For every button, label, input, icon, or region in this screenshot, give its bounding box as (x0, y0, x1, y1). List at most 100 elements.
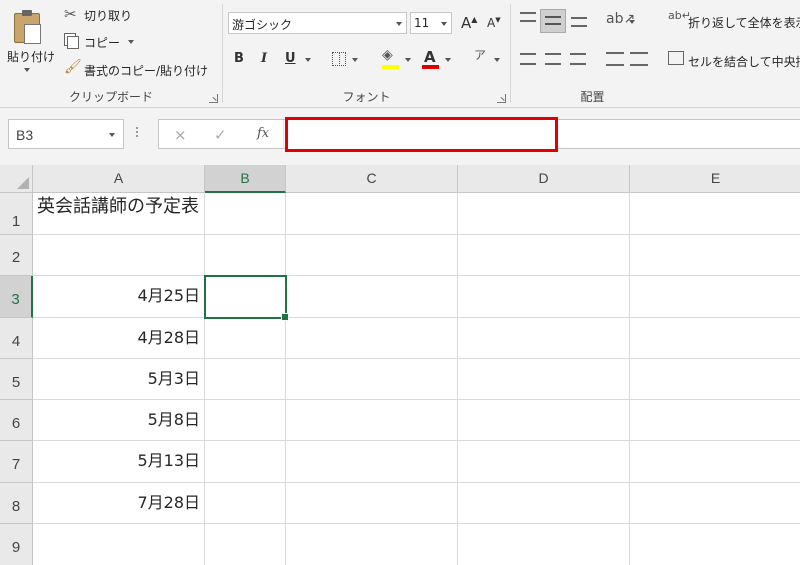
cell-d9[interactable] (458, 524, 630, 565)
column-header-d[interactable]: D (458, 165, 630, 193)
underline-button[interactable]: U (285, 51, 296, 66)
cut-button[interactable]: ✂ 切り取り (62, 5, 142, 25)
format-painter-button[interactable]: 🖌 書式のコピー/貼り付け (62, 59, 218, 79)
row-header-2[interactable]: 2 (0, 235, 33, 276)
font-size-select[interactable]: 11 (410, 12, 452, 34)
orientation-icon[interactable]: ab↗ (606, 11, 635, 27)
cell-d1[interactable] (458, 193, 630, 235)
cell-d4[interactable] (458, 318, 630, 359)
align-right-icon[interactable] (570, 53, 586, 65)
cell-e7[interactable] (630, 441, 800, 483)
font-launcher-icon[interactable] (497, 94, 506, 103)
align-left-icon[interactable] (520, 53, 536, 65)
cell-a5[interactable]: 5月3日 (33, 359, 205, 400)
font-color-dropdown-icon[interactable] (445, 58, 451, 62)
formula-bar-grip-icon[interactable] (136, 125, 139, 141)
row-header-7[interactable]: 7 (0, 441, 33, 483)
cell-a7[interactable]: 5月13日 (33, 441, 205, 483)
cell-a3[interactable]: 4月25日 (33, 276, 205, 318)
phonetic-guide-icon[interactable]: ア (474, 46, 486, 63)
cell-e8[interactable] (630, 483, 800, 524)
bold-button[interactable]: B (234, 51, 244, 66)
row-header-9[interactable]: 9 (0, 524, 33, 565)
increase-font-size-icon[interactable]: A▲ (461, 14, 477, 32)
font-color-button[interactable]: A (424, 48, 436, 66)
cell-c5[interactable] (286, 359, 458, 400)
cell-c2[interactable] (286, 235, 458, 276)
cell-e1[interactable] (630, 193, 800, 235)
clipboard-launcher-icon[interactable] (209, 94, 218, 103)
borders-dropdown-icon[interactable] (352, 58, 358, 62)
cell-d5[interactable] (458, 359, 630, 400)
row-header-6[interactable]: 6 (0, 400, 33, 441)
row-header-8[interactable]: 8 (0, 483, 33, 524)
phonetic-dropdown-icon[interactable] (494, 58, 500, 62)
cell-b8[interactable] (205, 483, 286, 524)
row-header-5[interactable]: 5 (0, 359, 33, 400)
cell-c9[interactable] (286, 524, 458, 565)
cell-b4[interactable] (205, 318, 286, 359)
row-header-4[interactable]: 4 (0, 318, 33, 359)
cell-c6[interactable] (286, 400, 458, 441)
cell-c3[interactable] (286, 276, 458, 318)
align-bottom-icon[interactable] (571, 17, 587, 27)
cell-c7[interactable] (286, 441, 458, 483)
cell-b7[interactable] (205, 441, 286, 483)
cell-e9[interactable] (630, 524, 800, 565)
column-header-c[interactable]: C (286, 165, 458, 193)
column-header-a[interactable]: A (33, 165, 205, 193)
cell-c4[interactable] (286, 318, 458, 359)
paste-dropdown-icon[interactable] (24, 68, 30, 72)
cancel-icon[interactable]: × (174, 126, 187, 144)
font-name-select[interactable]: 游ゴシック (228, 12, 407, 34)
insert-function-button[interactable]: fx (257, 126, 269, 141)
fill-color-icon[interactable]: ◈ (382, 47, 393, 63)
name-box[interactable]: B3 (8, 119, 124, 149)
cell-d3[interactable] (458, 276, 630, 318)
underline-dropdown-icon[interactable] (305, 58, 311, 62)
cell-b2[interactable] (205, 235, 286, 276)
fill-color-dropdown-icon[interactable] (405, 58, 411, 62)
cell-d8[interactable] (458, 483, 630, 524)
cell-b5[interactable] (205, 359, 286, 400)
row-header-3[interactable]: 3 (0, 276, 33, 318)
align-center-icon[interactable] (545, 53, 561, 65)
cell-e4[interactable] (630, 318, 800, 359)
cell-a6[interactable]: 5月8日 (33, 400, 205, 441)
cell-a2[interactable] (33, 235, 205, 276)
copy-dropdown-icon[interactable] (128, 40, 134, 44)
italic-button[interactable]: I (261, 51, 267, 66)
column-header-b[interactable]: B (205, 165, 286, 193)
name-box-dropdown-icon[interactable] (109, 133, 115, 137)
cell-a9[interactable] (33, 524, 205, 565)
merge-center-button[interactable]: セルを結合して中央揃え (666, 49, 800, 73)
cell-b1[interactable] (205, 193, 286, 235)
cell-d6[interactable] (458, 400, 630, 441)
increase-indent-icon[interactable] (630, 52, 648, 66)
cell-a1[interactable]: 英会話講師の予定表 (33, 193, 205, 235)
decrease-font-size-icon[interactable]: A▼ (487, 16, 501, 30)
row-header-1[interactable]: 1 (0, 193, 33, 235)
align-top-icon[interactable] (520, 12, 536, 22)
orientation-dropdown-icon[interactable] (629, 20, 635, 24)
cell-b9[interactable] (205, 524, 286, 565)
enter-icon[interactable]: ✓ (214, 126, 227, 144)
column-header-e[interactable]: E (630, 165, 800, 193)
wrap-text-button[interactable]: ab↵ 折り返して全体を表示 (666, 9, 800, 33)
paste-button[interactable]: 貼り付け (2, 4, 56, 80)
cell-a4[interactable]: 4月28日 (33, 318, 205, 359)
active-cell-cursor[interactable] (204, 275, 289, 321)
cell-e5[interactable] (630, 359, 800, 400)
formula-input[interactable] (285, 117, 558, 152)
select-all-button[interactable] (0, 165, 33, 193)
cell-b6[interactable] (205, 400, 286, 441)
cell-a8[interactable]: 7月28日 (33, 483, 205, 524)
cell-c1[interactable] (286, 193, 458, 235)
decrease-indent-icon[interactable] (606, 52, 624, 66)
cell-d2[interactable] (458, 235, 630, 276)
cell-c8[interactable] (286, 483, 458, 524)
cell-d7[interactable] (458, 441, 630, 483)
cell-e2[interactable] (630, 235, 800, 276)
copy-button[interactable]: コピー (62, 32, 142, 52)
cell-e6[interactable] (630, 400, 800, 441)
